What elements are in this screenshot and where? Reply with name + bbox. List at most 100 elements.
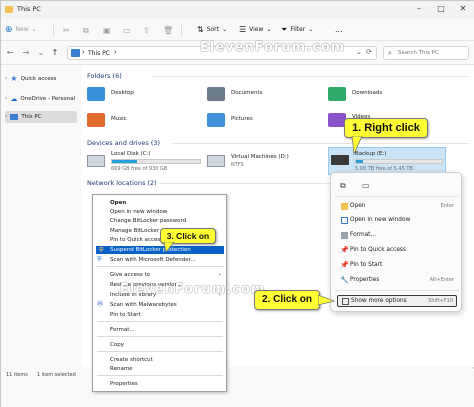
- malwarebytes-icon: Ⓜ: [97, 301, 104, 308]
- menu-item-give-access[interactable]: Give access to ›: [110, 271, 225, 279]
- folder-item-desktop[interactable]: Desktop: [87, 85, 207, 105]
- address-dropdown-icon[interactable]: ⌄: [356, 48, 362, 56]
- menu-item-properties[interactable]: 🔧 Properties Alt+Enter: [337, 274, 457, 286]
- menu-item-copy[interactable]: Copy: [110, 341, 225, 349]
- sort-icon: ⇅: [197, 25, 204, 34]
- filter-label: Filter: [290, 26, 306, 33]
- menu-separator: [335, 196, 459, 197]
- menu-separator: [97, 375, 223, 376]
- watermark: ElevenForum.com: [120, 282, 266, 297]
- folder-item-pictures[interactable]: Pictures: [207, 111, 327, 131]
- folder-item-downloads[interactable]: Downloads: [328, 85, 448, 105]
- filter-icon: ⏷: [281, 25, 288, 34]
- maximize-icon[interactable]: □: [433, 3, 449, 15]
- more-button[interactable]: ...: [335, 22, 343, 38]
- menu-separator: [97, 336, 223, 337]
- menu-item-label: Scan with Malwarebytes: [110, 302, 177, 308]
- menu-item-pin-quick-access[interactable]: 📌 Pin to Quick access: [337, 244, 457, 256]
- back-icon[interactable]: ←: [5, 47, 15, 59]
- folder-icon: [5, 6, 13, 13]
- view-label: View: [249, 26, 264, 33]
- breadcrumb[interactable]: This PC: [88, 50, 110, 57]
- menu-item-create-shortcut[interactable]: Create shortcut: [110, 356, 225, 364]
- menu-item-pin-start[interactable]: Pin to Start: [110, 311, 225, 319]
- drive-icon: [331, 155, 349, 165]
- menu-item-format[interactable]: Format...: [337, 229, 457, 241]
- sidebar-item-this-pc[interactable]: › This PC: [5, 111, 77, 123]
- title-bar: This PC – □ ✕: [1, 1, 474, 19]
- window-title: This PC: [17, 5, 41, 13]
- menu-item-shortcut: Shift+F10: [428, 298, 453, 304]
- drives-section-header[interactable]: Devices and drives (3): [87, 139, 160, 147]
- menu-item-scan-defender[interactable]: ⛨ Scan with Microsoft Defender...: [97, 256, 225, 264]
- breadcrumb-chevron[interactable]: ›: [114, 48, 117, 56]
- refresh-icon[interactable]: ⟳: [366, 48, 372, 56]
- rename-icon[interactable]: ▭: [362, 181, 370, 190]
- documents-folder-icon: [207, 87, 225, 101]
- menu-item-open-new-window[interactable]: Open in new window: [337, 214, 457, 226]
- drive-item-d[interactable]: Virtual Machines (D:) NTFS: [207, 151, 325, 175]
- folders-section-header[interactable]: Folders (6): [87, 72, 122, 80]
- chevron-down-icon: ⌄: [308, 26, 314, 33]
- rename-icon[interactable]: ▭: [123, 26, 131, 35]
- delete-icon[interactable]: 🗑: [163, 26, 173, 35]
- pc-icon: [71, 49, 80, 57]
- menu-item-open-new-window[interactable]: Open in new window: [110, 208, 225, 216]
- sidebar-item-onedrive[interactable]: › ☁ OneDrive - Personal: [5, 93, 77, 105]
- view-icon: ☰: [239, 25, 247, 34]
- submenu-arrow-icon: ›: [218, 272, 221, 278]
- chevron-right-icon[interactable]: ›: [5, 73, 7, 85]
- menu-item-format[interactable]: Format...: [110, 326, 225, 334]
- chevron-right-icon[interactable]: ›: [5, 111, 7, 123]
- up-icon[interactable]: ↑: [50, 47, 60, 59]
- chevron-right-icon[interactable]: ›: [5, 93, 7, 105]
- menu-item-open[interactable]: Open Enter: [337, 200, 457, 212]
- sidebar-item-quick-access[interactable]: › ★ Quick access: [5, 73, 77, 85]
- menu-item-label: Open in new window: [350, 217, 411, 223]
- copy-icon[interactable]: ⧉: [83, 26, 89, 36]
- view-button[interactable]: ☰ View ⌄: [239, 22, 271, 38]
- pictures-folder-icon: [207, 113, 225, 127]
- cut-icon[interactable]: ✂: [63, 26, 70, 35]
- folder-item-music[interactable]: Music: [87, 111, 207, 131]
- search-input[interactable]: ⌕ Search This PC: [383, 46, 469, 60]
- close-icon[interactable]: ✕: [455, 3, 471, 15]
- menu-item-label: Scan with Microsoft Defender...: [110, 257, 196, 263]
- folder-label: Documents: [231, 90, 263, 96]
- callout-click-on-2: 2. Click on: [254, 290, 320, 310]
- folder-item-documents[interactable]: Documents: [207, 85, 327, 105]
- menu-item-change-bitlocker-password[interactable]: Change BitLocker password: [110, 217, 225, 225]
- menu-item-rename[interactable]: Rename: [110, 365, 225, 373]
- sort-button[interactable]: ⇅ Sort ⌄: [197, 22, 227, 38]
- drive-item-e[interactable]: Backup (E:) 5.00 TB free of 5.45 TB: [328, 147, 446, 175]
- paste-icon[interactable]: ▣: [103, 26, 111, 35]
- menu-item-label: Show more options: [351, 298, 407, 304]
- menu-item-pin-start[interactable]: 📌 Pin to Start: [337, 259, 457, 271]
- navigation-pane: › ★ Quick access › ☁ OneDrive - Personal…: [1, 65, 79, 367]
- filter-button[interactable]: ⏷ Filter ⌄: [281, 22, 313, 38]
- menu-item-show-more-options[interactable]: Show more options Shift+F10: [337, 295, 457, 307]
- menu-item-label: Format...: [350, 232, 376, 238]
- cloud-icon: ☁: [10, 95, 18, 103]
- minimize-icon[interactable]: –: [411, 3, 427, 15]
- desktop-folder-icon: [87, 87, 105, 101]
- pin-icon: 📌: [340, 261, 349, 269]
- breadcrumb-chevron[interactable]: ›: [82, 48, 85, 56]
- share-icon[interactable]: ⇪: [143, 26, 150, 35]
- menu-item-suspend-bitlocker[interactable]: ⛨ Suspend BitLocker protection: [96, 246, 224, 254]
- menu-item-shortcut: Enter: [440, 203, 454, 209]
- menu-item-scan-malwarebytes[interactable]: Ⓜ Scan with Malwarebytes: [97, 301, 225, 309]
- network-section-header[interactable]: Network locations (2): [87, 179, 157, 187]
- forward-icon[interactable]: →: [21, 47, 31, 59]
- menu-item-open[interactable]: Open: [110, 199, 225, 207]
- callout-pointer: [163, 242, 175, 253]
- menu-separator: [97, 321, 223, 322]
- drive-usage-bar: [111, 159, 201, 164]
- recent-chevron-icon[interactable]: ⌄: [36, 47, 46, 59]
- copy-icon[interactable]: ⧉: [340, 181, 346, 191]
- search-icon: ⌕: [388, 49, 392, 57]
- drive-filesystem: NTFS: [231, 162, 244, 168]
- menu-item-properties[interactable]: Properties: [110, 380, 225, 388]
- drive-item-c[interactable]: Local Disk (C:) 669 GB free of 930 GB: [87, 151, 205, 175]
- new-button[interactable]: ⊕ New ⌄: [5, 22, 37, 38]
